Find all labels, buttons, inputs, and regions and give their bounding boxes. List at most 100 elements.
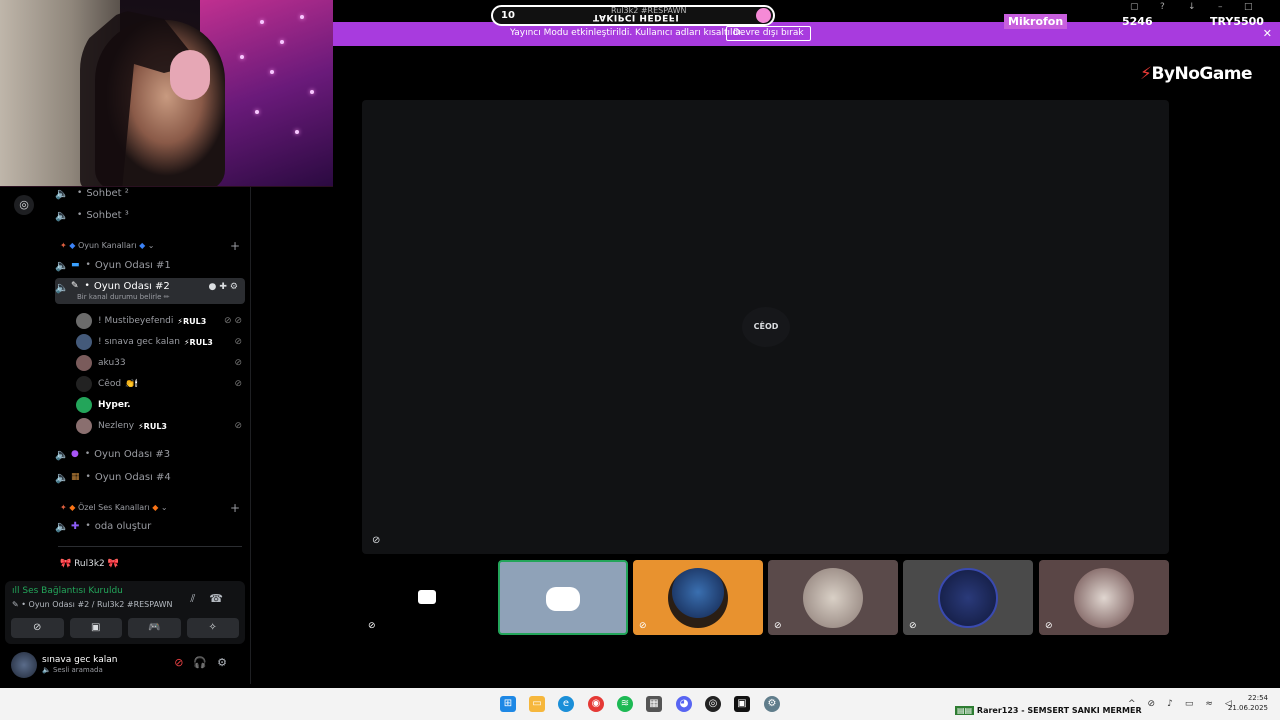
app-root: Yayıncı Modu etkinleştirildi. Kullanıcı …	[0, 0, 1280, 720]
participant-tile[interactable]: ⊘	[1039, 560, 1169, 635]
plus-icon: ✚	[71, 520, 80, 532]
voice-action-buttons: ⊘ ▣ 🎮 ✧	[11, 618, 239, 638]
participant-tile[interactable]: ⊘	[768, 560, 898, 635]
participant-tile[interactable]: ⊘	[903, 560, 1033, 635]
speaker-icon: 🔈	[55, 470, 69, 484]
avatar	[76, 397, 92, 413]
disable-streamer-mode-button[interactable]: Devre dışı bırak	[726, 26, 811, 41]
channel-oyun-odasi-3[interactable]: 🔈 ● • Oyun Odası #3	[55, 444, 245, 464]
app-icon[interactable]: ▣	[734, 696, 750, 712]
avatar	[938, 568, 998, 628]
minimize-icon[interactable]: –	[1218, 2, 1223, 12]
avatar	[803, 568, 863, 628]
tray-now-playing[interactable]: ▤▤ Rarer123 - SEMSERT SANKI MERMER	[955, 706, 1142, 715]
camera-icon	[418, 590, 436, 604]
follower-goal-label: TAKIPCI HEDEFI	[593, 12, 680, 22]
mic-icon[interactable]: ♪	[1167, 699, 1185, 709]
discord-icon	[546, 587, 580, 611]
voice-user-tag: ⚡RUL3	[183, 337, 213, 347]
maximize-icon[interactable]: □	[1244, 2, 1253, 12]
discord-icon[interactable]: ◕	[676, 696, 692, 712]
pencil-icon: ✎	[71, 281, 79, 291]
sidebar-border	[250, 187, 251, 684]
voice-user-tag: ⚡RUL3	[177, 316, 207, 326]
activity-button[interactable]: 🎮	[128, 618, 181, 638]
voice-user-name: Nezleny	[98, 421, 135, 431]
muted-icon: ⊘	[372, 535, 381, 546]
add-channel-icon[interactable]: +	[230, 239, 240, 253]
muted-icon: ⊘	[234, 379, 242, 389]
taskbar-clock[interactable]: 22:54 21.06.2025	[1228, 693, 1268, 713]
display-icon[interactable]: ▭	[1185, 699, 1206, 709]
participant-tiles: ⊘ ⊘ ⊘ ⊘ ⊘	[362, 560, 1169, 635]
goal-progress-dot	[756, 8, 771, 23]
voice-user[interactable]: ! sınava gec kalan ⚡RUL3 ⊘	[76, 332, 246, 352]
edge-icon[interactable]: e	[558, 696, 574, 712]
chrome-icon[interactable]: ◉	[588, 696, 604, 712]
chat-icon[interactable]: ●	[209, 282, 220, 292]
channel-label: oda oluştur	[94, 520, 152, 532]
mic-muted-icon[interactable]: ⊘	[174, 656, 193, 669]
participant-tile-selected[interactable]	[498, 560, 628, 635]
voice-location[interactable]: ✎ • Oyun Odası #2 / Rul3k2 #RESPAWN	[12, 600, 173, 609]
category-games[interactable]: ✦ ◆ Oyun Kanalları ◆ ⌄ +	[60, 239, 240, 253]
gear-icon[interactable]: ⚙	[217, 656, 237, 669]
voice-user[interactable]: aku33 ⊘	[76, 353, 246, 373]
focused-user[interactable]: CÊOD	[742, 307, 790, 347]
obs-icon[interactable]: ◎	[705, 696, 721, 712]
user-state: 🔈 Sesli aramada	[42, 666, 103, 674]
download-icon[interactable]: ↓	[1188, 2, 1196, 12]
avatar[interactable]	[11, 652, 37, 678]
screen-share-button[interactable]: ▣	[69, 618, 122, 638]
webcam-overlay	[0, 0, 333, 187]
wifi-icon[interactable]: ≈	[1205, 699, 1225, 709]
follower-count: 10	[501, 10, 515, 21]
avatar	[76, 418, 92, 434]
calculator-icon[interactable]: ▦	[646, 696, 662, 712]
invite-icon[interactable]: ✚	[219, 282, 230, 292]
channel-oyun-odasi-4[interactable]: 🔈 ▦ • Oyun Odası #4	[55, 467, 245, 487]
help-icon[interactable]: ?	[1160, 2, 1165, 12]
muted-icon: ⊘	[1045, 621, 1053, 631]
headset-icon[interactable]: 🎧	[193, 656, 217, 669]
channel-sohbet-2[interactable]: 🔈 • Sohbet ²	[55, 183, 245, 203]
camera-off-button[interactable]: ⊘	[11, 618, 64, 638]
voice-stage[interactable]: CÊOD ⊘	[362, 100, 1169, 554]
participant-tile[interactable]: ⊘	[633, 560, 763, 635]
voice-user-name: Cêod	[98, 379, 122, 389]
window-icon[interactable]: ▢	[1130, 2, 1139, 12]
user-name: sınava gec kalan	[42, 655, 118, 665]
game-icon: ▦	[71, 472, 80, 482]
channel-sohbet-3[interactable]: 🔈 • Sohbet ³	[55, 205, 245, 225]
category-private[interactable]: ✦ ◆ Özel Ses Kanalları ◆ ⌄ +	[60, 501, 240, 515]
folder-icon[interactable]: ▭	[529, 696, 545, 712]
soundboard-button[interactable]: ✧	[186, 618, 239, 638]
channel-status[interactable]: Bir kanal durumu belirle ✏	[77, 293, 170, 301]
voice-user[interactable]: Cêod 👏🕯 ⊘	[76, 374, 246, 394]
channel-oyun-odasi-1[interactable]: 🔈 ▬ • Oyun Odası #1	[55, 255, 245, 275]
windows-taskbar: ⊞ ▭ e ◉ ≋ ▦ ◕ ◎ ▣ ⚙ ▤▤ Rarer123 - SEMSER…	[0, 688, 1280, 720]
noise-icon[interactable]: ⫽	[190, 592, 209, 605]
chevron-up-icon[interactable]: ^	[1128, 699, 1148, 709]
discover-icon[interactable]: ◎	[14, 195, 34, 215]
voice-user[interactable]: Nezleny ⚡RUL3 ⊘	[76, 416, 246, 436]
settings-icon[interactable]: ⚙	[764, 696, 780, 712]
voice-user[interactable]: Hyper.	[76, 395, 246, 415]
server-title[interactable]: 🎀 Rul3k2 🎀	[60, 559, 119, 569]
channel-create-room[interactable]: 🔈 ✚ • oda oluştur	[55, 516, 245, 536]
speaker-icon: 🔈	[55, 258, 69, 272]
gear-icon[interactable]: ⚙	[230, 282, 241, 292]
voice-user[interactable]: ! Mustibeyefendi ⚡RUL3 ⊘ ⊘	[76, 311, 246, 331]
speaker-icon: 🔈	[55, 519, 69, 533]
participant-tile[interactable]: ⊘	[362, 560, 492, 635]
stat-value-1: 5246	[1122, 15, 1153, 28]
disconnect-icon[interactable]: ☎	[209, 592, 237, 605]
spotify-icon[interactable]: ≋	[617, 696, 633, 712]
channel-oyun-odasi-2[interactable]: 🔈 ✎ • Oyun Odası #2 Bir kanal durumu beli…	[55, 278, 245, 304]
bolt-icon: ⚡	[1140, 64, 1152, 84]
start-icon[interactable]: ⊞	[500, 696, 516, 712]
network-off-icon[interactable]: ⊘	[1148, 699, 1168, 709]
add-channel-icon[interactable]: +	[230, 501, 240, 515]
signal-icon: ıll	[12, 586, 23, 596]
speaker-icon: 🔈	[55, 186, 69, 200]
